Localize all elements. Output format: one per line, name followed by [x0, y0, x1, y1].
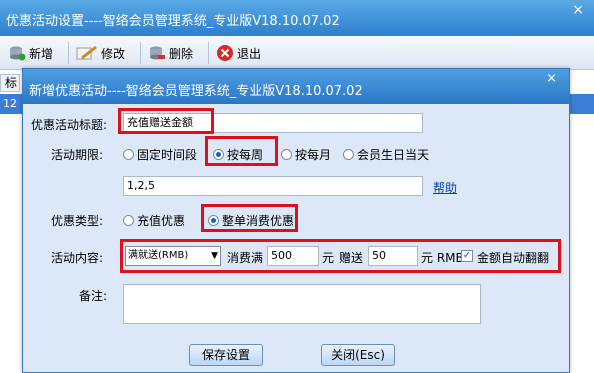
- edit-pencil-icon: [76, 45, 97, 60]
- highlight-box: [120, 239, 561, 273]
- save-button[interactable]: 保存设置: [189, 344, 263, 366]
- edit-button-label: 修改: [101, 46, 126, 61]
- period-option-monthly[interactable]: 按每月: [281, 146, 331, 163]
- exit-button-label: 退出: [237, 46, 262, 61]
- period-option-label: 会员生日当天: [357, 148, 430, 162]
- title-label: 优惠活动标题:: [31, 118, 108, 132]
- exit-button[interactable]: 退出: [216, 42, 261, 64]
- type-option-recharge[interactable]: 充值优惠: [123, 212, 185, 229]
- delete-button-label: 删除: [169, 46, 194, 61]
- toolbar-divider: [68, 42, 69, 64]
- radio-button-icon: [123, 215, 134, 226]
- radio-button-icon: [281, 149, 292, 160]
- database-add-icon: [10, 46, 26, 61]
- add-promotion-dialog: 新增优惠活动----智络会员管理系统_专业版V18.10.07.02 × 优惠活…: [22, 68, 570, 373]
- highlight-box: [118, 108, 214, 134]
- remark-textarea[interactable]: [123, 284, 481, 324]
- highlight-box: [205, 136, 278, 166]
- outer-window-titlebar: 优惠活动设置----智络会员管理系统_专业版V18.10.07.02 ×: [0, 0, 594, 36]
- exit-close-icon: [217, 45, 233, 61]
- toolbar: 新增 修改 删除 退出: [0, 36, 594, 70]
- content-label: 活动内容:: [51, 251, 104, 265]
- help-link[interactable]: 帮助: [433, 179, 457, 196]
- radio-button-icon: [123, 149, 134, 160]
- toolbar-divider: [208, 42, 209, 64]
- type-label: 优惠类型:: [51, 214, 104, 228]
- highlight-box: [201, 204, 298, 232]
- dialog-title: 新增优惠活动----智络会员管理系统_专业版V18.10.07.02: [29, 84, 363, 99]
- toolbar-divider: [140, 42, 141, 64]
- type-option-label: 充值优惠: [137, 214, 186, 228]
- period-label: 活动期限:: [51, 148, 104, 162]
- period-option-birthday[interactable]: 会员生日当天: [343, 146, 429, 163]
- add-button-label: 新增: [29, 46, 54, 61]
- delete-button[interactable]: 删除: [148, 42, 193, 64]
- edit-button[interactable]: 修改: [76, 42, 125, 64]
- close-button[interactable]: 关闭(Esc): [321, 344, 395, 366]
- remark-label: 备注:: [79, 289, 108, 303]
- database-delete-icon: [150, 46, 165, 60]
- outer-close-icon[interactable]: ×: [572, 2, 584, 18]
- period-days-input[interactable]: 1,2,5: [123, 176, 423, 196]
- period-option-label: 按每月: [295, 148, 332, 162]
- radio-button-icon: [343, 149, 354, 160]
- dialog-body: 优惠活动标题: 充值赠送金额 活动期限: 固定时间段 按每周 按每月 会员生日当…: [23, 104, 569, 372]
- add-button[interactable]: 新增: [8, 42, 53, 64]
- period-option-fixed[interactable]: 固定时间段: [123, 146, 197, 163]
- grid-column-header[interactable]: 标: [0, 74, 20, 92]
- period-option-label: 固定时间段: [137, 148, 198, 162]
- dialog-close-icon[interactable]: ×: [546, 71, 557, 86]
- dialog-titlebar: 新增优惠活动----智络会员管理系统_专业版V18.10.07.02 ×: [23, 69, 569, 104]
- outer-window-title: 优惠活动设置----智络会员管理系统_专业版V18.10.07.02: [6, 14, 340, 29]
